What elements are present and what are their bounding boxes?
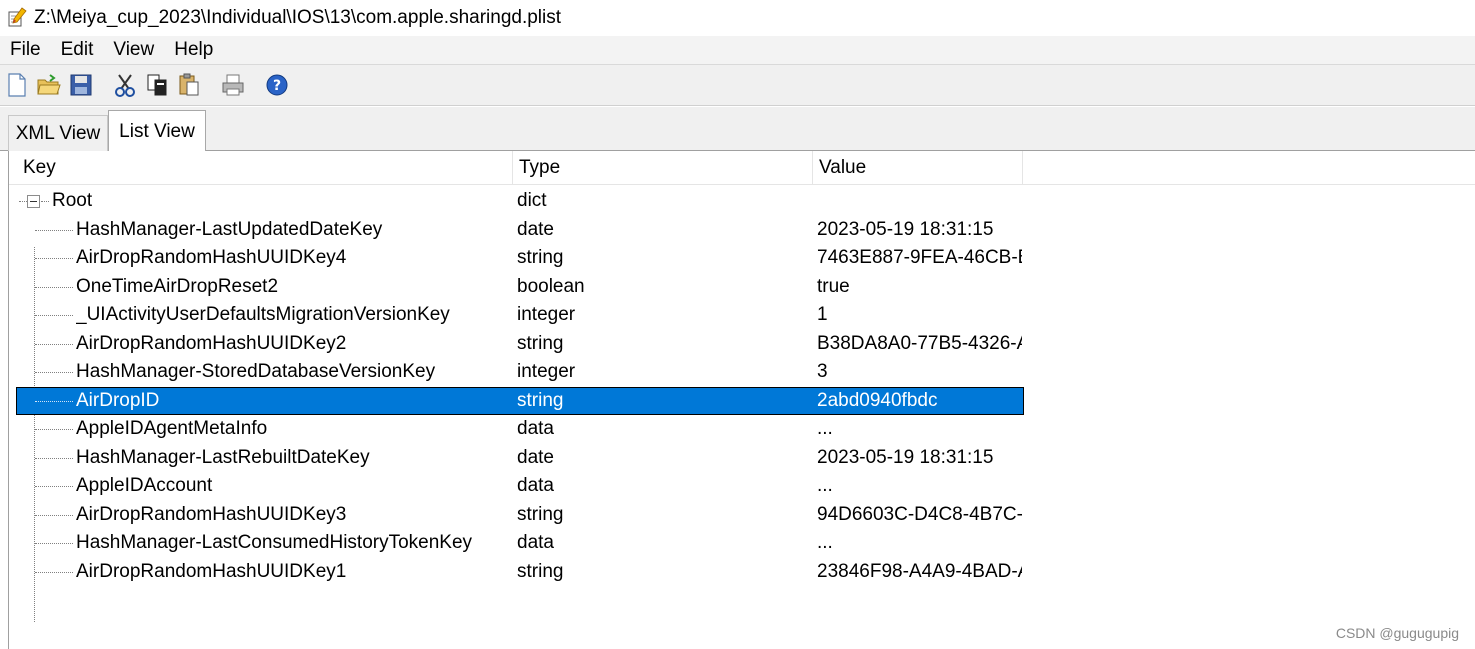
tree-row[interactable]: AirDropRandomHashUUIDKey4 string 7463E88… <box>9 244 1475 272</box>
plist-list-view: Key Type Value Root dict HashManager-Las… <box>8 151 1475 649</box>
menu-edit[interactable]: Edit <box>51 36 104 64</box>
row-key: OneTimeAirDropReset2 <box>76 276 279 297</box>
row-value: 3 <box>817 361 828 382</box>
tree-row[interactable]: HashManager-LastUpdatedDateKey date 2023… <box>9 216 1475 244</box>
column-header: Key Type Value <box>9 151 1475 185</box>
tab-strip: XML View List View <box>0 107 1475 152</box>
tab-list-view[interactable]: List View <box>108 110 206 152</box>
row-value: ... <box>817 475 833 496</box>
tree-row[interactable]: OneTimeAirDropReset2 boolean true <box>9 273 1475 301</box>
tree-row[interactable]: _UIActivityUserDefaultsMigrationVersionK… <box>9 301 1475 329</box>
column-header-type[interactable]: Type <box>513 151 813 185</box>
menu-bar: File Edit View Help <box>0 36 1475 64</box>
row-key: AppleIDAccount <box>76 475 213 496</box>
menu-view[interactable]: View <box>103 36 164 64</box>
paste-icon[interactable] <box>176 72 202 98</box>
row-key: HashManager-LastRebuiltDateKey <box>76 447 370 468</box>
row-value: ... <box>817 418 833 439</box>
menu-help[interactable]: Help <box>164 36 223 64</box>
row-value: ... <box>817 532 833 553</box>
row-value: 2023-05-19 18:31:15 <box>817 219 994 240</box>
cut-icon[interactable] <box>112 72 138 98</box>
row-type: date <box>517 219 554 240</box>
collapse-icon[interactable] <box>27 195 40 208</box>
row-type: string <box>517 333 564 354</box>
tree-row[interactable]: AppleIDAgentMetaInfo data ... <box>9 415 1475 443</box>
print-icon[interactable] <box>220 72 246 98</box>
copy-icon[interactable] <box>144 72 170 98</box>
row-value: B38DA8A0-77B5-4326-A <box>817 333 1022 354</box>
tab-xml-view[interactable]: XML View <box>8 115 108 151</box>
row-type: dict <box>517 190 547 211</box>
title-bar: Z:\Meiya_cup_2023\Individual\IOS\13\com.… <box>0 0 1475 36</box>
row-key: AirDropRandomHashUUIDKey2 <box>76 333 347 354</box>
row-type: boolean <box>517 276 585 297</box>
tree-row[interactable]: HashManager-StoredDatabaseVersionKey int… <box>9 358 1475 386</box>
tree-row[interactable]: AirDropRandomHashUUIDKey1 string 23846F9… <box>9 558 1475 586</box>
row-type: data <box>517 475 554 496</box>
row-type: data <box>517 418 554 439</box>
row-value: 23846F98-A4A9-4BAD-A <box>817 561 1022 582</box>
tree-row-selected[interactable]: AirDropID string 2abd0940fbdc <box>9 387 1475 415</box>
row-key: AirDropID <box>76 390 160 411</box>
toolbar: ? <box>0 64 1475 106</box>
save-icon[interactable] <box>68 72 94 98</box>
row-value: true <box>817 276 850 297</box>
row-type: string <box>517 561 564 582</box>
open-folder-icon[interactable] <box>36 72 62 98</box>
tree-row-root[interactable]: Root dict <box>9 187 1475 215</box>
row-value: 1 <box>817 304 828 325</box>
row-type: data <box>517 532 554 553</box>
svg-text:?: ? <box>273 78 281 94</box>
row-key: Root <box>52 190 93 211</box>
tree-row[interactable]: AirDropRandomHashUUIDKey3 string 94D6603… <box>9 501 1475 529</box>
new-document-icon[interactable] <box>4 72 30 98</box>
row-key: HashManager-StoredDatabaseVersionKey <box>76 361 436 382</box>
row-type: string <box>517 504 564 525</box>
notepad-pencil-icon <box>6 7 28 29</box>
tree-row[interactable]: AirDropRandomHashUUIDKey2 string B38DA8A… <box>9 330 1475 358</box>
help-icon[interactable]: ? <box>264 72 290 98</box>
row-value: 2abd0940fbdc <box>817 390 938 411</box>
row-type: string <box>517 247 564 268</box>
row-key: _UIActivityUserDefaultsMigrationVersionK… <box>76 304 450 325</box>
row-value: 7463E887-9FEA-46CB-B <box>817 247 1022 268</box>
row-value: 94D6603C-D4C8-4B7C-8 <box>817 504 1022 525</box>
tree-row[interactable]: HashManager-LastConsumedHistoryTokenKey … <box>9 529 1475 557</box>
row-type: integer <box>517 304 576 325</box>
menu-file[interactable]: File <box>0 36 51 64</box>
tree-row[interactable]: HashManager-LastRebuiltDateKey date 2023… <box>9 444 1475 472</box>
tree-row[interactable]: AppleIDAccount data ... <box>9 472 1475 500</box>
row-value <box>817 187 1022 215</box>
row-key: HashManager-LastConsumedHistoryTokenKey <box>76 532 473 553</box>
row-type: string <box>517 390 564 411</box>
row-key: HashManager-LastUpdatedDateKey <box>76 219 383 240</box>
row-type: date <box>517 447 554 468</box>
watermark: CSDN @gugugupig <box>1335 625 1459 641</box>
row-key: AppleIDAgentMetaInfo <box>76 418 268 439</box>
row-key: AirDropRandomHashUUIDKey4 <box>76 247 347 268</box>
row-value: 2023-05-19 18:31:15 <box>817 447 994 468</box>
row-key: AirDropRandomHashUUIDKey1 <box>76 561 347 582</box>
row-key: AirDropRandomHashUUIDKey3 <box>76 504 347 525</box>
row-type: integer <box>517 361 576 382</box>
column-header-key[interactable]: Key <box>17 151 513 185</box>
window-title: Z:\Meiya_cup_2023\Individual\IOS\13\com.… <box>34 7 562 28</box>
column-header-value[interactable]: Value <box>813 151 1023 185</box>
